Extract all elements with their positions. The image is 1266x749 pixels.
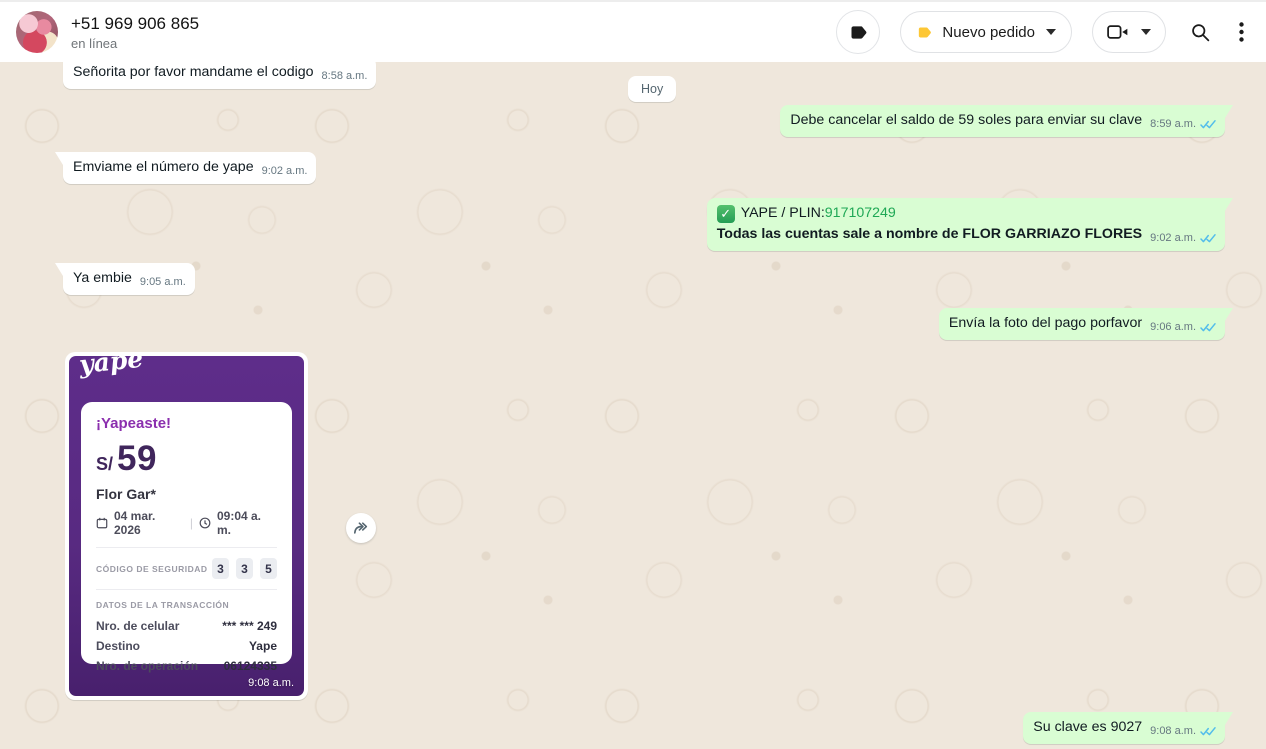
chevron-down-icon bbox=[1141, 29, 1151, 35]
message-text: Debe cancelar el saldo de 59 soles para … bbox=[790, 111, 1142, 130]
check-mark-emoji: ✓ bbox=[717, 205, 735, 223]
message-time: 9:02 a.m. bbox=[262, 164, 308, 179]
security-code-label: CÓDIGO DE SEGURIDAD bbox=[96, 564, 208, 574]
bubble-tail bbox=[1225, 105, 1233, 118]
calendar-icon bbox=[96, 517, 108, 529]
bubble-tail bbox=[1225, 308, 1233, 321]
row-value: Yape bbox=[249, 639, 277, 653]
message-time: 8:58 a.m. bbox=[322, 69, 368, 84]
contact-info[interactable]: +51 969 906 865 en línea bbox=[16, 11, 199, 53]
message-bubble-outgoing[interactable]: Debe cancelar el saldo de 59 soles para … bbox=[780, 105, 1225, 137]
date-divider: Hoy bbox=[628, 76, 676, 102]
message-bubble-incoming[interactable]: Ya embie 9:05 a.m. bbox=[63, 263, 195, 295]
bubble-tail bbox=[55, 152, 63, 165]
search-icon bbox=[1190, 22, 1211, 43]
receipt-amount: S/ 59 bbox=[96, 439, 277, 479]
message-bubble-incoming[interactable]: Señorita por favor mandame el codigo 8:5… bbox=[63, 62, 376, 89]
yape-logo: yape bbox=[78, 356, 145, 379]
message-time-overlay: 9:08 a.m. bbox=[248, 677, 294, 689]
message-time: 8:59 a.m. bbox=[1150, 117, 1196, 132]
message-time: 9:08 a.m. bbox=[1150, 724, 1196, 739]
bubble-tail bbox=[1225, 712, 1233, 725]
message-bubble-outgoing[interactable]: Envía la foto del pago porfavor 9:06 a.m… bbox=[939, 308, 1225, 340]
transaction-row: Nro. de celular *** *** 249 bbox=[96, 619, 277, 633]
row-label: Nro. de celular bbox=[96, 619, 179, 633]
message-text: Señorita por favor mandame el codigo bbox=[73, 63, 314, 82]
receipt-card: ¡Yapeaste! S/ 59 Flor Gar* 04 mar. 2026 … bbox=[81, 402, 292, 664]
label-icon bbox=[848, 22, 869, 43]
avatar[interactable] bbox=[16, 11, 58, 53]
divider bbox=[96, 589, 277, 590]
menu-button[interactable] bbox=[1235, 18, 1248, 46]
message-text: Ya embie bbox=[73, 269, 132, 288]
message-time: 9:06 a.m. bbox=[1150, 320, 1196, 335]
message-text: YAPE / PLIN: bbox=[741, 204, 825, 223]
contact-phone-number: +51 969 906 865 bbox=[71, 13, 199, 35]
message-bubble-incoming[interactable]: Emviame el número de yape 9:02 a.m. bbox=[63, 152, 316, 184]
video-camera-icon bbox=[1107, 23, 1129, 41]
message-text: Envía la foto del pago porfavor bbox=[949, 314, 1142, 333]
message-time: 9:02 a.m. bbox=[1150, 231, 1196, 246]
row-value: *** *** 249 bbox=[222, 619, 277, 633]
transaction-row: Destino Yape bbox=[96, 639, 277, 653]
separator: | bbox=[190, 516, 193, 530]
whatsapp-chat-window: +51 969 906 865 en línea Nuevo pedido bbox=[0, 0, 1266, 749]
contact-titles: +51 969 906 865 en línea bbox=[71, 13, 199, 52]
receipt-date: 04 mar. 2026 bbox=[114, 509, 184, 537]
divider bbox=[96, 547, 277, 548]
transaction-data-label: DATOS DE LA TRANSACCIÓN bbox=[96, 600, 277, 610]
message-text-bold: Todas las cuentas sale a nombre de FLOR … bbox=[717, 225, 1142, 244]
forward-icon bbox=[353, 521, 369, 535]
message-text: Emviame el número de yape bbox=[73, 158, 254, 177]
transaction-row: Nro. de operación 06124335 bbox=[96, 659, 277, 673]
payee-name: Flor Gar* bbox=[96, 486, 277, 502]
read-receipt-icon bbox=[1200, 322, 1216, 333]
message-time: 9:05 a.m. bbox=[140, 275, 186, 290]
chat-area: Señorita por favor mandame el codigo 8:5… bbox=[0, 62, 1266, 749]
security-digit: 5 bbox=[260, 558, 277, 579]
phone-number-link[interactable]: 917107249 bbox=[825, 204, 896, 223]
security-code-row: CÓDIGO DE SEGURIDAD 3 3 5 bbox=[96, 558, 277, 579]
header-actions: Nuevo pedido bbox=[836, 10, 1248, 54]
image-message-yape-receipt[interactable]: yape ¡Yapeaste! S/ 59 Flor Gar* 04 mar. … bbox=[65, 352, 308, 700]
security-digit: 3 bbox=[212, 558, 229, 579]
bubble-tail bbox=[1225, 198, 1233, 211]
receipt-datetime: 04 mar. 2026 | 09:04 a. m. bbox=[96, 509, 277, 537]
message-bubble-outgoing[interactable]: Su clave es 9027 9:08 a.m. bbox=[1023, 712, 1225, 744]
row-value: 06124335 bbox=[224, 659, 277, 673]
label-button[interactable] bbox=[836, 10, 880, 54]
yape-receipt-image: yape ¡Yapeaste! S/ 59 Flor Gar* 04 mar. … bbox=[69, 356, 304, 696]
currency-symbol: S/ bbox=[96, 454, 113, 475]
label-icon-yellow bbox=[916, 24, 933, 41]
row-label: Destino bbox=[96, 639, 140, 653]
row-label: Nro. de operación bbox=[96, 659, 198, 673]
chat-header: +51 969 906 865 en línea Nuevo pedido bbox=[0, 2, 1266, 62]
read-receipt-icon bbox=[1200, 233, 1216, 244]
order-status-button[interactable]: Nuevo pedido bbox=[900, 11, 1072, 53]
online-status: en línea bbox=[71, 35, 199, 52]
kebab-menu-icon bbox=[1239, 22, 1244, 42]
search-button[interactable] bbox=[1186, 18, 1215, 47]
message-text: Su clave es 9027 bbox=[1033, 718, 1142, 737]
chevron-down-icon bbox=[1046, 29, 1056, 35]
amount-value: 59 bbox=[117, 439, 157, 479]
receipt-heading: ¡Yapeaste! bbox=[96, 415, 277, 432]
clock-icon bbox=[199, 517, 211, 529]
forward-message-button[interactable] bbox=[346, 513, 376, 543]
security-code-digits: 3 3 5 bbox=[212, 558, 277, 579]
message-bubble-outgoing[interactable]: ✓ YAPE / PLIN: 917107249 Todas las cuent… bbox=[707, 198, 1225, 251]
order-status-label: Nuevo pedido bbox=[942, 24, 1035, 41]
read-receipt-icon bbox=[1200, 119, 1216, 130]
video-call-button[interactable] bbox=[1092, 11, 1166, 53]
security-digit: 3 bbox=[236, 558, 253, 579]
bubble-tail bbox=[55, 263, 63, 276]
read-receipt-icon bbox=[1200, 726, 1216, 737]
receipt-hour: 09:04 a. m. bbox=[217, 509, 277, 537]
